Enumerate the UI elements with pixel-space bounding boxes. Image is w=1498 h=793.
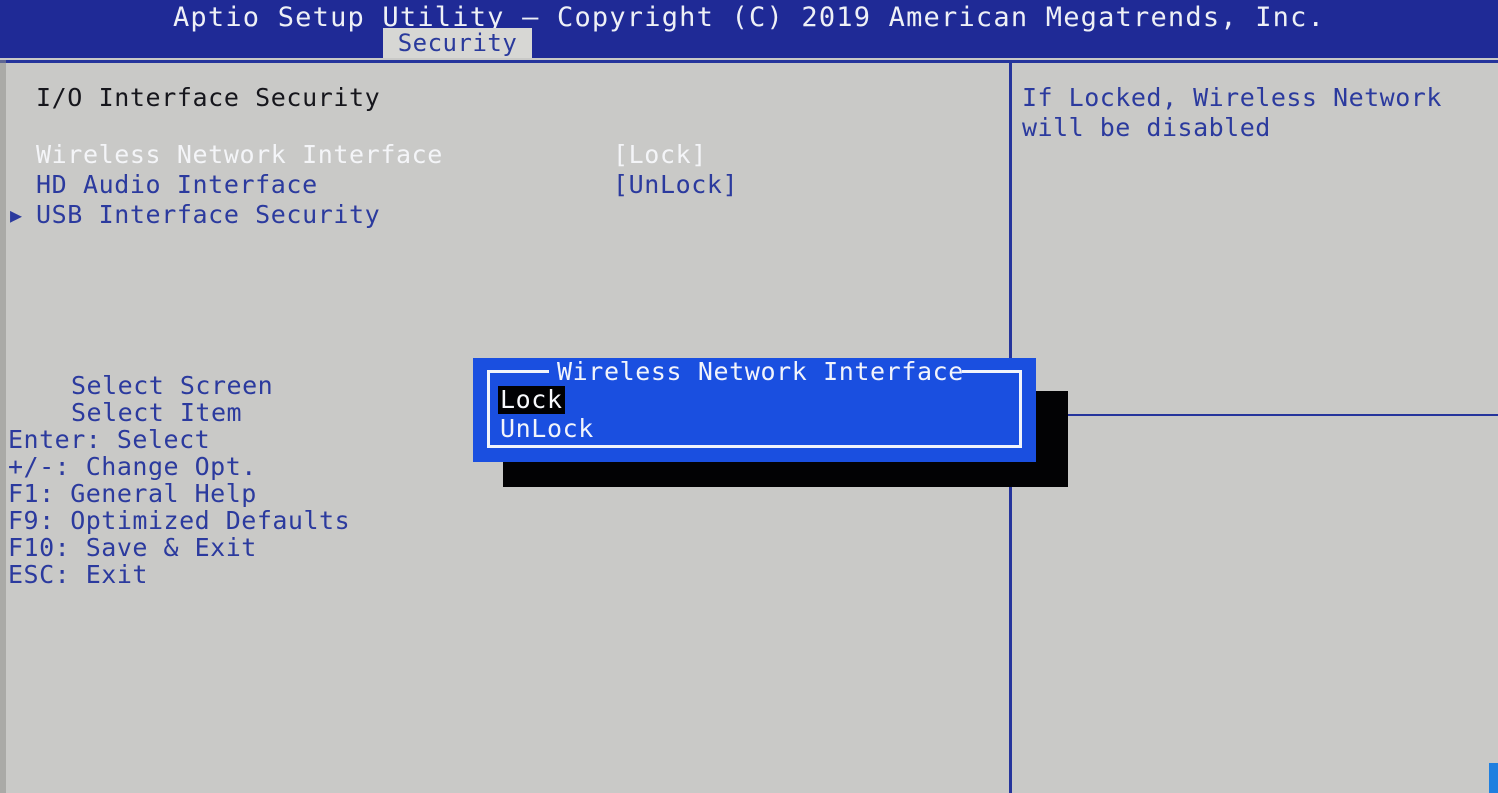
- tab-security[interactable]: Security: [383, 28, 532, 58]
- bios-setup-screen: Aptio Setup Utility – Copyright (C) 2019…: [0, 0, 1498, 793]
- popup-border-top-right: [962, 370, 1022, 373]
- photo-edge-shading: [0, 60, 6, 793]
- setting-value[interactable]: [Lock]: [613, 141, 707, 169]
- popup-border-top-left: [487, 370, 549, 373]
- key-legend-item: Select Item: [71, 398, 243, 427]
- setting-value[interactable]: [UnLock]: [613, 171, 738, 199]
- setting-label: USB Interface Security: [36, 200, 381, 229]
- key-legend-item: +/-: Change Opt.: [8, 452, 257, 481]
- setting-row-wireless-network-interface[interactable]: Wireless Network Interface [Lock]: [0, 141, 1009, 169]
- key-legend-item: ESC: Exit: [8, 560, 148, 589]
- popup-option-lock[interactable]: Lock: [498, 386, 565, 414]
- section-heading: I/O Interface Security: [36, 83, 381, 112]
- help-text: If Locked, Wireless Network will be disa…: [1022, 83, 1442, 142]
- help-divider: [1012, 414, 1498, 416]
- popup-border-left: [487, 370, 490, 448]
- setting-label: HD Audio Interface: [36, 170, 318, 199]
- popup-title: Wireless Network Interface: [557, 357, 964, 386]
- setting-row-hd-audio-interface[interactable]: HD Audio Interface [UnLock]: [0, 171, 1009, 199]
- key-legend-item: F9: Optimized Defaults: [8, 506, 351, 535]
- header-band: Aptio Setup Utility – Copyright (C) 2019…: [0, 0, 1498, 58]
- popup-option-unlock[interactable]: UnLock: [498, 415, 596, 443]
- setting-label: Wireless Network Interface: [36, 140, 443, 169]
- popup-border-right: [1019, 370, 1022, 448]
- page-title: Aptio Setup Utility – Copyright (C) 2019…: [172, 2, 1326, 33]
- key-legend-item: F10: Save & Exit: [8, 533, 257, 562]
- option-popup-wireless-network-interface: Wireless Network Interface Lock UnLock: [473, 358, 1036, 462]
- key-legend-item: F1: General Help: [8, 479, 257, 508]
- key-legend-item: Select Screen: [71, 371, 274, 400]
- photo-edge-artifact: [1489, 763, 1498, 793]
- popup-border-bottom: [487, 445, 1022, 448]
- key-legend: Select Screen Select Item Enter: Select …: [8, 372, 486, 588]
- setting-row-usb-interface-security[interactable]: ▶ USB Interface Security: [0, 201, 1009, 229]
- help-panel: If Locked, Wireless Network will be disa…: [1012, 63, 1498, 793]
- key-legend-item: Enter: Select: [8, 425, 211, 454]
- submenu-arrow-icon: ▶: [10, 203, 23, 227]
